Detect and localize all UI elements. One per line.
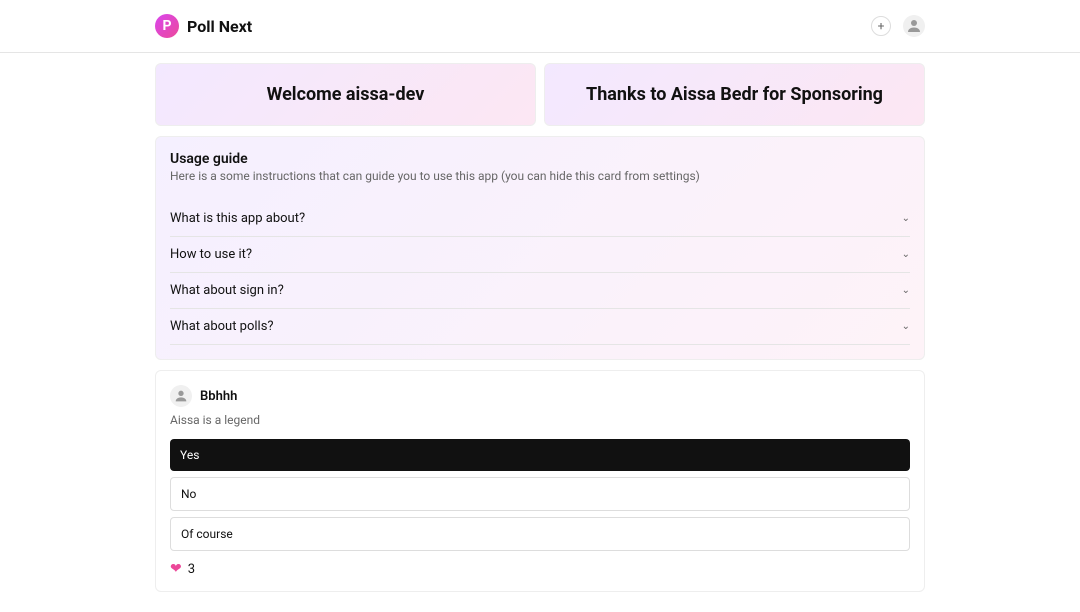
- poll-option-yes[interactable]: Yes: [170, 439, 910, 471]
- guide-description: Here is a some instructions that can gui…: [170, 169, 910, 183]
- accordion-label: What is this app about?: [170, 211, 305, 226]
- thanks-banner: Thanks to Aissa Bedr for Sponsoring: [544, 63, 925, 126]
- banner-row: Welcome aissa-dev Thanks to Aissa Bedr f…: [155, 63, 925, 126]
- poll-header: Bbhhh: [170, 385, 910, 407]
- app-title: Poll Next: [187, 17, 252, 36]
- avatar-icon: [173, 388, 189, 404]
- app-logo[interactable]: P: [155, 14, 179, 38]
- accordion-label: What about sign in?: [170, 283, 284, 298]
- user-avatar[interactable]: [903, 15, 925, 37]
- poll-option-label: Of course: [181, 527, 233, 541]
- header-left: P Poll Next: [155, 14, 252, 38]
- poll-option-ofcourse[interactable]: Of course: [170, 517, 910, 551]
- poll-card: Bbhhh Aissa is a legend Yes No Of course…: [155, 370, 925, 592]
- accordion-item-polls[interactable]: What about polls? ⌄: [170, 309, 910, 345]
- plus-icon: +: [878, 19, 885, 33]
- welcome-banner: Welcome aissa-dev: [155, 63, 536, 126]
- logo-letter: P: [162, 18, 171, 34]
- accordion-item-signin[interactable]: What about sign in? ⌄: [170, 273, 910, 309]
- chevron-down-icon: ⌄: [902, 249, 910, 260]
- heart-icon[interactable]: ❤: [170, 561, 182, 577]
- poll-author-name: Bbhhh: [200, 389, 237, 404]
- header: P Poll Next +: [0, 0, 1080, 53]
- poll-question: Aissa is a legend: [170, 413, 910, 427]
- thanks-text: Thanks to Aissa Bedr for Sponsoring: [586, 84, 883, 105]
- accordion-label: What about polls?: [170, 319, 274, 334]
- guide-title: Usage guide: [170, 151, 910, 167]
- welcome-text: Welcome aissa-dev: [267, 84, 425, 105]
- poll-author-avatar[interactable]: [170, 385, 192, 407]
- poll-option-label: No: [181, 487, 196, 501]
- accordion-item-about[interactable]: What is this app about? ⌄: [170, 201, 910, 237]
- chevron-down-icon: ⌄: [902, 213, 910, 224]
- main-content: Welcome aissa-dev Thanks to Aissa Bedr f…: [0, 53, 1080, 612]
- poll-footer: ❤ 3: [170, 561, 910, 577]
- avatar-icon: [905, 17, 923, 35]
- header-right: +: [871, 15, 925, 37]
- poll-option-label: Yes: [180, 448, 199, 462]
- chevron-down-icon: ⌄: [902, 285, 910, 296]
- chevron-down-icon: ⌄: [902, 321, 910, 332]
- accordion-item-howto[interactable]: How to use it? ⌄: [170, 237, 910, 273]
- like-count: 3: [188, 562, 195, 577]
- add-button[interactable]: +: [871, 16, 891, 36]
- poll-option-no[interactable]: No: [170, 477, 910, 511]
- accordion-label: How to use it?: [170, 247, 252, 262]
- usage-guide-card: Usage guide Here is a some instructions …: [155, 136, 925, 360]
